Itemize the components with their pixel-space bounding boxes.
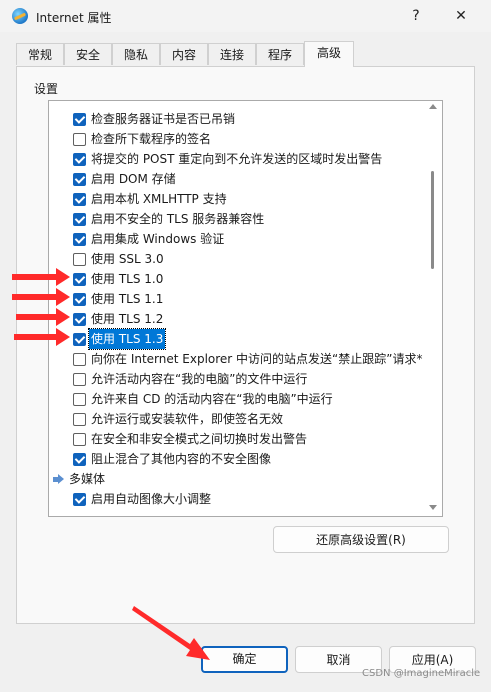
tab-content[interactable]: 内容 bbox=[160, 43, 208, 65]
arrow-tls11-icon bbox=[12, 288, 70, 306]
vertical-scrollbar[interactable] bbox=[423, 101, 442, 516]
settings-item-label: 启用不安全的 TLS 服务器兼容性 bbox=[91, 212, 265, 226]
checkbox-icon[interactable] bbox=[73, 113, 86, 126]
checkbox-icon[interactable] bbox=[73, 433, 86, 446]
title-bar: Internet 属性 ? ✕ bbox=[0, 0, 491, 32]
checkbox-icon[interactable] bbox=[73, 193, 86, 206]
checkbox-icon[interactable] bbox=[73, 233, 86, 246]
scroll-up-icon[interactable] bbox=[429, 104, 437, 109]
checkbox-icon[interactable] bbox=[73, 413, 86, 426]
arrow-ok-icon bbox=[132, 606, 210, 660]
settings-item-label: 阻止混合了其他内容的不安全图像 bbox=[91, 452, 272, 466]
settings-item-label: 允许活动内容在“我的电脑”的文件中运行 bbox=[91, 372, 308, 386]
settings-item-label: 启用 DOM 存储 bbox=[91, 172, 176, 186]
settings-item-label: 将提交的 POST 重定向到不允许发送的区域时发出警告 bbox=[91, 152, 383, 166]
multimedia-category-icon bbox=[53, 473, 65, 485]
checkbox-icon[interactable] bbox=[73, 133, 86, 146]
tab-privacy[interactable]: 隐私 bbox=[112, 43, 160, 65]
tab-programs[interactable]: 程序 bbox=[256, 43, 304, 65]
settings-list[interactable]: 检查服务器证书是否已吊销 检查所下载程序的签名将提交的 POST 重定向到不允许发… bbox=[48, 100, 443, 517]
checkbox-icon[interactable] bbox=[73, 373, 86, 386]
tab-connections[interactable]: 连接 bbox=[208, 43, 256, 65]
scroll-down-icon[interactable] bbox=[429, 505, 437, 510]
tab-general[interactable]: 常规 bbox=[16, 43, 64, 65]
settings-item-label: 向你在 Internet Explorer 中访问的站点发送“禁止跟踪”请求* bbox=[91, 352, 423, 366]
settings-item-label: 允许运行或安装软件，即使签名无效 bbox=[91, 412, 284, 426]
checkbox-icon bbox=[73, 493, 86, 506]
tab-advanced[interactable]: 高级 bbox=[304, 41, 354, 67]
settings-item-label: 使用 TLS 1.3 bbox=[87, 328, 167, 350]
annotation-arrows bbox=[12, 268, 70, 346]
restore-advanced-settings-button[interactable]: 还原高级设置(R) bbox=[273, 526, 449, 553]
annotation-arrow-ok bbox=[132, 606, 210, 660]
checkbox-icon[interactable] bbox=[73, 453, 86, 466]
settings-item-label: 检查所下载程序的签名 bbox=[91, 132, 212, 146]
internet-explorer-icon bbox=[12, 8, 28, 24]
settings-item-label: 使用 SSL 3.0 bbox=[91, 252, 164, 266]
arrow-tls13-icon bbox=[14, 328, 70, 346]
watermark: CSDN @ImagineMiracle bbox=[362, 668, 481, 679]
scrollbar-thumb[interactable] bbox=[431, 171, 434, 269]
help-button[interactable]: ? bbox=[402, 5, 430, 27]
checkbox-icon[interactable] bbox=[73, 353, 86, 366]
arrow-tls10-icon bbox=[12, 268, 70, 286]
settings-item-label: 使用 TLS 1.0 bbox=[91, 272, 164, 286]
settings-item-label: 启用集成 Windows 验证 bbox=[91, 232, 225, 246]
window-title: Internet 属性 bbox=[36, 11, 112, 25]
settings-item-label: 使用 TLS 1.2 bbox=[91, 312, 164, 326]
settings-item-label: 使用 TLS 1.1 bbox=[91, 292, 164, 306]
checkbox-icon[interactable] bbox=[73, 393, 86, 406]
checkbox-icon[interactable] bbox=[73, 153, 86, 166]
settings-item-label: 启用自动图像大小调整 bbox=[91, 492, 212, 506]
arrow-tls12-icon bbox=[16, 308, 70, 326]
settings-item-label: 在安全和非安全模式之间切换时发出警告 bbox=[91, 432, 308, 446]
category-label: 多媒体 bbox=[69, 472, 106, 486]
checkbox-icon[interactable] bbox=[73, 173, 86, 186]
settings-group-label: 设置 bbox=[34, 82, 59, 96]
settings-item-label: 检查服务器证书是否已吊销 bbox=[91, 112, 236, 126]
tab-security[interactable]: 安全 bbox=[64, 43, 112, 65]
settings-item-label: 允许来自 CD 的活动内容在“我的电脑”中运行 bbox=[91, 392, 333, 406]
settings-item-label: 启用本机 XMLHTTP 支持 bbox=[91, 192, 227, 206]
checkbox-icon[interactable] bbox=[73, 213, 86, 226]
close-button[interactable]: ✕ bbox=[447, 5, 475, 27]
